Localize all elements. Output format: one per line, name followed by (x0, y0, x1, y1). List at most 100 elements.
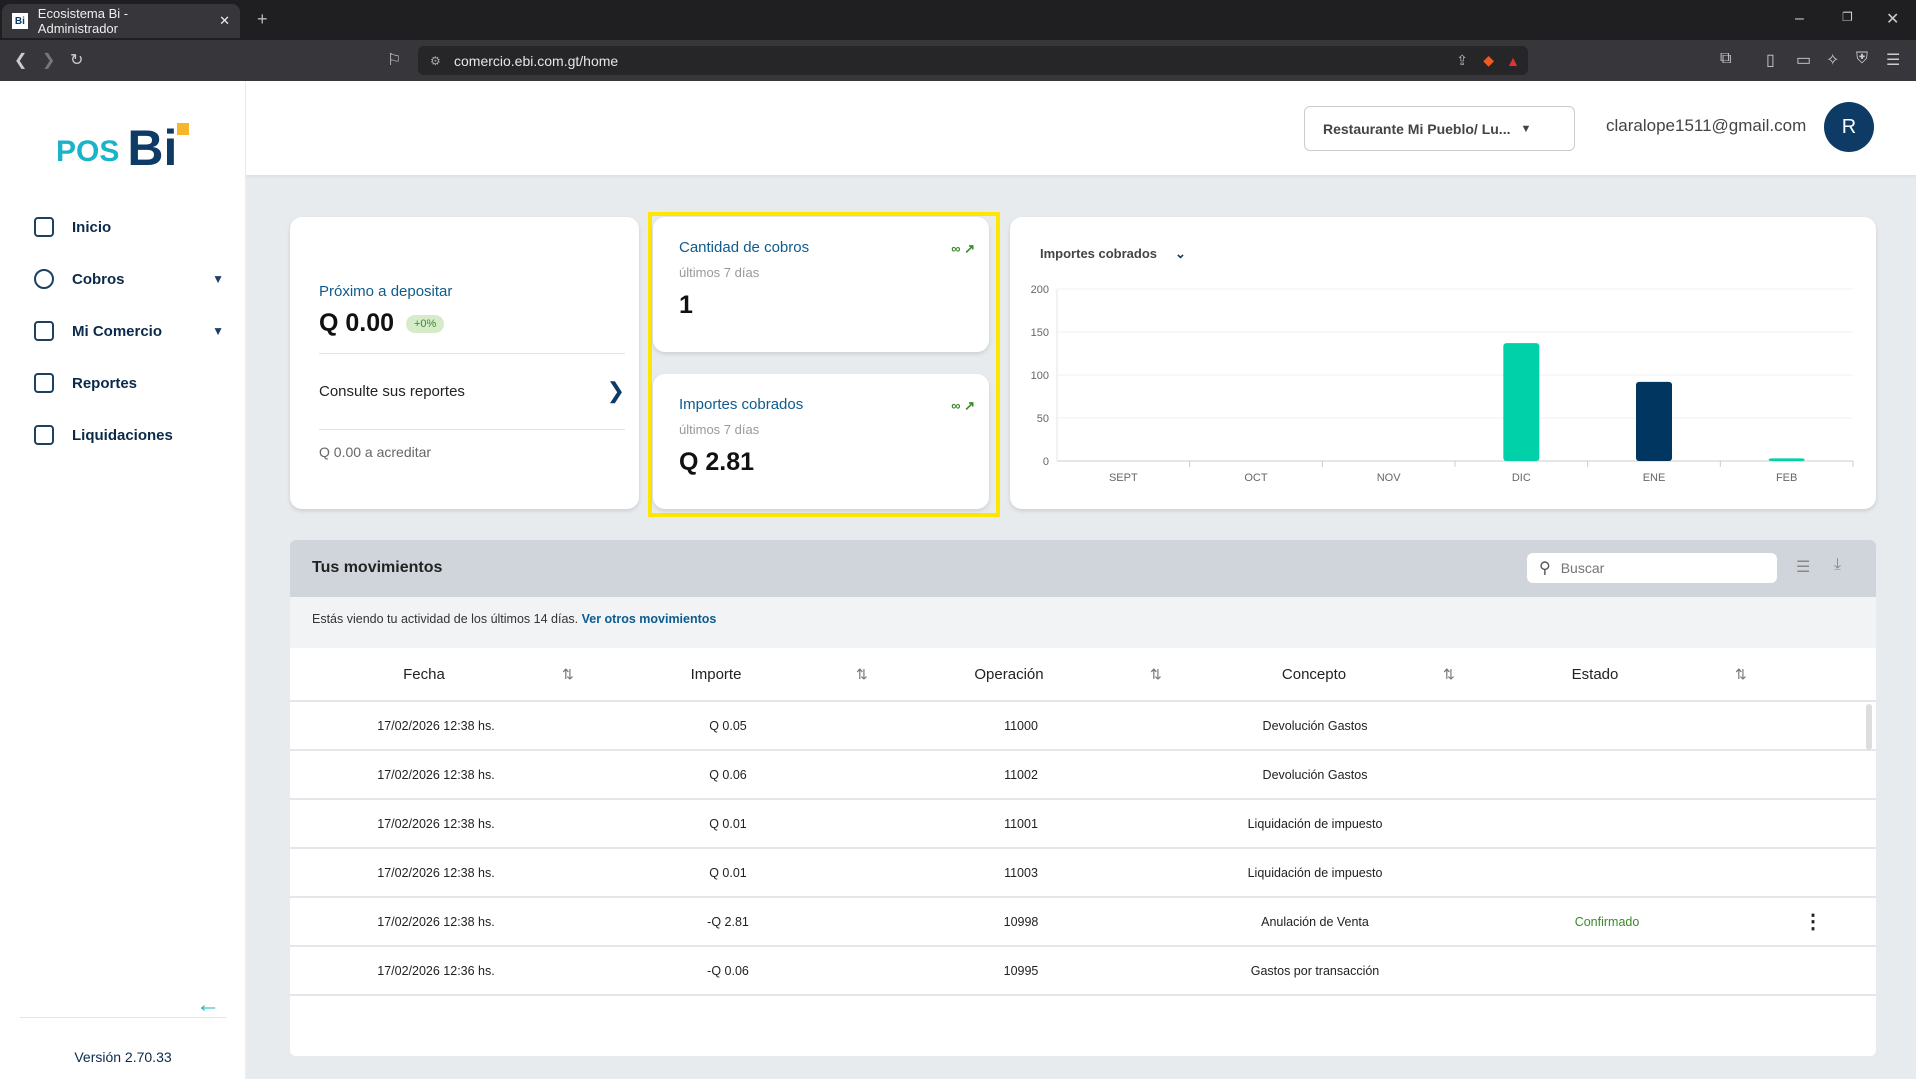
sort-icon[interactable]: ⇅ (1443, 666, 1455, 683)
table-row[interactable]: 17/02/2026 12:38 hs. Q 0.05 11000 Devolució… (290, 702, 1876, 751)
bookmark-icon[interactable]: ⚐ (387, 50, 401, 70)
sidebar-item-mi-comercio[interactable]: Mi Comercio ▼ (34, 311, 224, 351)
sidebar: POS Bi Inicio Cobros ▼ Mi Comercio ▼ Repor… (0, 81, 246, 1079)
y-tick-label: 200 (1031, 284, 1049, 296)
sort-icon[interactable]: ⇅ (1735, 666, 1747, 683)
minimize-icon[interactable]: – (1795, 10, 1804, 28)
reports-link[interactable]: Consulte sus reportes ❯ (319, 353, 625, 429)
column-header-importe[interactable]: Importe (691, 666, 742, 683)
new-tab-icon[interactable]: + (257, 9, 268, 30)
screenshot-icon[interactable]: ⧉ (1720, 50, 1731, 68)
other-movements-link[interactable]: Ver otros movimientos (582, 612, 717, 626)
count-card: Cantidad de cobros ∞ ↗ últimos 7 días 1 (653, 217, 989, 352)
sort-icon[interactable]: ⇅ (562, 666, 574, 683)
column-header-concepto[interactable]: Concepto (1282, 666, 1346, 683)
reports-link-label: Consulte sus reportes (319, 382, 465, 400)
restore-icon[interactable]: ❐ (1842, 10, 1853, 24)
sidebar-item-liquidaciones[interactable]: Liquidaciones (34, 415, 224, 455)
menu-icon[interactable]: ☰ (1886, 50, 1900, 70)
browser-tab[interactable]: Bi Ecosistema Bi - Administrador ✕ (2, 4, 240, 38)
logo-square (177, 123, 190, 135)
collapse-sidebar-arrow-icon[interactable]: ← (196, 991, 220, 1019)
sidebar-item-inicio[interactable]: Inicio (34, 207, 224, 247)
cell-operacion: 11001 (1004, 817, 1038, 831)
bank-icon (34, 425, 54, 445)
share-icon[interactable]: ⇪ (1456, 52, 1468, 69)
cell-operacion: 11003 (1004, 866, 1038, 880)
tab-title: Ecosistema Bi - Administrador (37, 6, 129, 36)
cell-importe: Q 0.06 (709, 768, 747, 782)
table-row[interactable]: 17/02/2026 12:38 hs. Q 0.01 11003 Liquidaci… (290, 849, 1876, 898)
table-row[interactable]: 17/02/2026 12:38 hs. -Q 2.81 10998 Anulació… (290, 898, 1876, 947)
brave-rewards-icon[interactable]: ▲ (1506, 53, 1520, 69)
chevron-down-icon: ▼ (212, 324, 224, 338)
x-tick-label: SEPT (1109, 472, 1138, 484)
favicon: Bi (12, 13, 28, 29)
cell-operacion: 10995 (1003, 964, 1039, 978)
cell-fecha: 17/02/2026 12:38 hs. (377, 817, 495, 831)
trend-value: ∞ (951, 398, 961, 413)
divider (319, 429, 625, 430)
to-credit-amount: Q 0.00 a acreditar (319, 444, 432, 460)
store-icon (34, 321, 54, 341)
column-header-operacion[interactable]: Operación (974, 666, 1043, 683)
brave-shield-icon[interactable]: ◆ (1483, 52, 1494, 69)
sidebar-item-label: Mi Comercio (72, 322, 163, 340)
browser-toolbar: ❮ ❯ ↻ ⚐ ⚙ comercio.ebi.com.gt/home ⇪ ◆ ▲… (0, 40, 1916, 81)
table-row[interactable]: 17/02/2026 12:38 hs. Q 0.06 11002 Devolució… (290, 751, 1876, 800)
cell-concepto: Gastos por transacción (1250, 964, 1380, 978)
trend-up-icon: ∞ ↗ (951, 398, 975, 413)
movements-header: Tus movimientos ⚲ ☰ ⤓ (290, 540, 1876, 597)
search-field[interactable] (1560, 560, 1741, 576)
wallet-icon[interactable]: ▭ (1796, 50, 1811, 70)
cell-concepto: Liquidación de impuesto (1247, 866, 1383, 880)
vpn-icon[interactable]: ⛨ (1856, 50, 1868, 68)
leo-icon[interactable]: ✧ (1826, 50, 1839, 70)
table-row[interactable]: 17/02/2026 12:38 hs. Q 0.01 11001 Liquidaci… (290, 800, 1876, 849)
chevron-down-icon: ▼ (212, 272, 224, 286)
y-tick-label: 50 (1037, 413, 1049, 425)
column-header-fecha[interactable]: Fecha (403, 666, 445, 683)
amount-period: últimos 7 días (679, 422, 760, 437)
sort-icon[interactable]: ⇅ (1150, 666, 1162, 683)
export-icon[interactable]: ⤓ (1834, 556, 1841, 574)
cell-concepto: Liquidación de impuesto (1247, 817, 1383, 831)
top-header: Restaurante Mi Pueblo/ Lu... ▼ claralope1… (246, 81, 1916, 175)
cell-operacion: 11002 (1004, 768, 1038, 782)
sidebar-item-cobros[interactable]: Cobros ▼ (34, 259, 224, 299)
movements-panel: Tus movimientos ⚲ ☰ ⤓ Estás viendo tu ac… (290, 540, 1876, 1056)
cell-fecha: 17/02/2026 12:38 hs. (377, 915, 495, 929)
filter-icon[interactable]: ☰ (1796, 557, 1810, 577)
sort-icon[interactable]: ⇅ (856, 666, 868, 683)
site-settings-icon[interactable]: ⚙ (430, 54, 441, 68)
forward-icon[interactable]: ❯ (42, 50, 55, 70)
reload-icon[interactable]: ↻ (70, 50, 83, 70)
x-tick-label: DIC (1512, 472, 1531, 484)
count-title: Cantidad de cobros (679, 239, 810, 256)
count-period: últimos 7 días (679, 265, 760, 280)
search-input[interactable]: ⚲ (1527, 553, 1777, 583)
amount-value: Q 2.81 (679, 448, 755, 476)
bar-dic (1503, 343, 1540, 461)
close-window-icon[interactable]: ✕ (1886, 9, 1899, 29)
logo-bi: Bi (127, 120, 178, 176)
avatar[interactable]: R (1824, 102, 1874, 152)
logo[interactable]: POS Bi (56, 120, 190, 176)
cell-importe: Q 0.05 (709, 719, 747, 733)
y-tick-label: 150 (1031, 327, 1049, 339)
store-select-value: Restaurante Mi Pueblo/ Lu... (1323, 120, 1511, 137)
info-text: Estás viendo tu actividad de los últimos… (312, 612, 579, 626)
sidebar-toggle-icon[interactable]: ▯ (1766, 50, 1775, 70)
scrollbar[interactable] (1866, 704, 1872, 750)
trend-up-icon: ∞ ↗ (951, 241, 975, 256)
back-icon[interactable]: ❮ (14, 50, 27, 70)
table-row[interactable]: 17/02/2026 12:36 hs. -Q 0.06 10995 Gastos p… (290, 947, 1876, 996)
table-body: 17/02/2026 12:38 hs. Q 0.05 11000 Devolució… (290, 702, 1876, 1012)
column-header-estado[interactable]: Estado (1572, 666, 1619, 683)
sidebar-item-reportes[interactable]: Reportes (34, 363, 224, 403)
more-options-icon[interactable]: ⋮ (1803, 909, 1823, 934)
trend-value: ∞ (951, 241, 961, 256)
store-select[interactable]: Restaurante Mi Pueblo/ Lu... ▼ (1304, 106, 1575, 151)
address-bar[interactable]: ⚙ comercio.ebi.com.gt/home ⇪ ◆ ▲ (418, 46, 1528, 75)
close-tab-icon[interactable]: ✕ (219, 13, 230, 29)
